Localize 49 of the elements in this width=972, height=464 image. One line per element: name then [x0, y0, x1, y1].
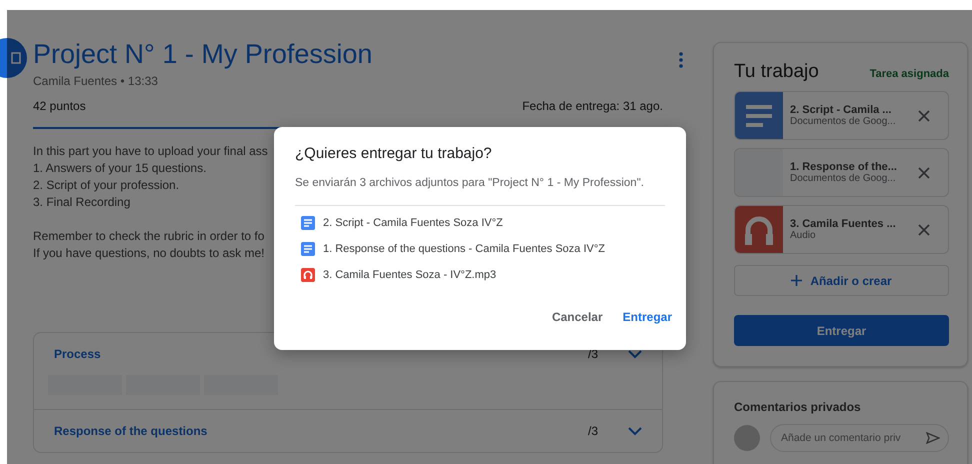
- headphones-thumbnail: [735, 206, 783, 253]
- cancel-button[interactable]: Cancelar: [538, 306, 603, 328]
- document-icon: [301, 242, 315, 256]
- attachment-name: 3. Camila Fuentes ...: [790, 218, 897, 230]
- file-name: 3. Camila Fuentes Soza - IV°Z.mp3: [323, 269, 496, 281]
- comment-field[interactable]: Añade un comentario priv: [770, 424, 949, 452]
- avatar: [734, 425, 760, 451]
- dialog-message: Se enviarán 3 archivos adjuntos para "Project N° 1 - My Profession".: [295, 177, 645, 189]
- attachment-card[interactable]: 3. Camila Fuentes ... Audio: [734, 205, 949, 254]
- submit-button[interactable]: Entregar: [734, 315, 949, 346]
- description-line: 1. Answers of your 15 questions.: [33, 160, 208, 177]
- headphones-icon: [301, 268, 315, 282]
- criterion-title: Response of the questions: [54, 424, 208, 438]
- close-icon[interactable]: [918, 166, 930, 178]
- send-icon[interactable]: [926, 432, 940, 444]
- attachment-name: 1. Response of the...: [790, 161, 898, 173]
- description-line: If you have questions, no doubts to ask me!: [33, 245, 266, 262]
- file-name: 2. Script - Camila Fuentes Soza IV°Z: [323, 217, 503, 229]
- status-label: Tarea asignada: [870, 68, 949, 80]
- attachment-type: Audio: [790, 230, 817, 241]
- description-line: 2. Script of your profession.: [33, 177, 180, 194]
- comments-title: Comentarios privados: [734, 400, 862, 414]
- criterion-title: Process: [54, 347, 102, 361]
- file-name: 1. Response of the questions - Camila Fuentes Soza IV°Z: [323, 243, 605, 255]
- document-thumbnail: [735, 92, 783, 139]
- close-icon[interactable]: [918, 110, 930, 122]
- description-line: In this part you have to upload your final ass: [33, 143, 269, 160]
- document-icon: [301, 216, 315, 230]
- due-date: Fecha de entrega: 31 ago.: [522, 99, 663, 113]
- close-icon[interactable]: [918, 224, 930, 236]
- assignment-title: Project N° 1 - My Profession: [33, 38, 374, 71]
- points: 42 puntos: [33, 99, 86, 113]
- attachment-type: Documentos de Goog...: [790, 116, 897, 127]
- add-button[interactable]: Añadir o crear: [734, 265, 949, 296]
- submit-button[interactable]: Entregar: [608, 306, 672, 328]
- attachment-name: 2. Script - Camila ...: [790, 104, 892, 116]
- chevron-down-icon[interactable]: [628, 350, 642, 358]
- description-line: 3. Final Recording: [33, 194, 132, 211]
- attachment-card[interactable]: 2. Script - Camila ... Documentos de Goog...: [734, 91, 949, 140]
- dialog-title: ¿Quieres entregar tu trabajo?: [295, 145, 493, 162]
- description-line: Remember to check the rubric in order to fo: [33, 228, 266, 245]
- criterion-score: /3: [588, 347, 598, 361]
- attachment-type: Documentos de Goog...: [790, 173, 897, 184]
- card-title: Tu trabajo: [734, 61, 819, 83]
- attachment-card[interactable]: 1. Response of the... Documentos de Goog...: [734, 148, 949, 197]
- more-options-icon[interactable]: [679, 52, 683, 68]
- author-time: Camila Fuentes • 13:33: [33, 74, 159, 88]
- criterion-score: /3: [588, 424, 598, 438]
- plus-icon: [791, 275, 802, 286]
